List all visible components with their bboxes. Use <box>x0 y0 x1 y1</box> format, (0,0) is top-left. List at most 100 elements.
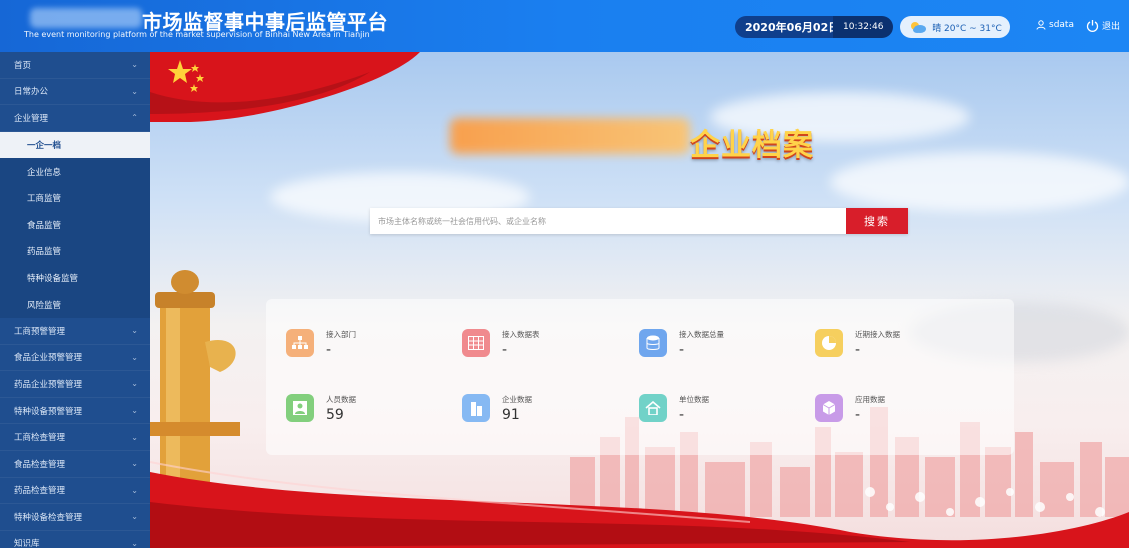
sidebar-item-label: 工商预警管理 <box>14 326 66 337</box>
time-text: 10:32:46 <box>833 16 894 38</box>
search-input[interactable] <box>370 208 846 234</box>
sidebar-item-knowledge-base[interactable]: 知识库 ⌄ <box>0 531 150 548</box>
username: sdata <box>1049 20 1074 30</box>
stat-label: 接入部门 <box>326 330 356 339</box>
sidebar-nav: 首页 ⌄ 日常办公 ⌄ 企业管理 ⌃ 一企一档 企业信息 工商监管 食品监管 药… <box>0 52 150 548</box>
stat-card-person-data: 人员数据 59 <box>286 394 456 434</box>
chevron-down-icon: ⌄ <box>131 406 138 416</box>
sidebar-subitem-risk[interactable]: 风险监管 <box>0 291 150 318</box>
user-icon <box>1036 20 1046 30</box>
sidebar-item-label: 首页 <box>14 60 32 71</box>
stat-card-application-data: 应用数据 - <box>815 394 985 434</box>
sidebar-subitem-label: 药品监管 <box>27 247 62 258</box>
stat-value: - <box>855 342 861 358</box>
flower-decoration <box>1006 488 1014 496</box>
chevron-up-icon: ⌃ <box>131 113 138 123</box>
sidebar-subitem-business[interactable]: 工商监管 <box>0 184 150 212</box>
table-icon <box>462 329 490 357</box>
cloud-decoration <box>830 152 1129 212</box>
user-menu[interactable]: sdata <box>1036 20 1074 30</box>
flower-decoration <box>865 487 875 497</box>
stat-card-enterprise-data: 企业数据 91 <box>462 394 632 434</box>
stat-label: 企业数据 <box>502 395 532 404</box>
sidebar-item-drug-warning[interactable]: 药品企业预警管理 ⌄ <box>0 371 150 398</box>
logout-button[interactable]: 退出 <box>1086 19 1120 32</box>
sidebar-subitem-label: 一企一档 <box>27 141 62 152</box>
sidebar-item-drug-inspection[interactable]: 药品检查管理 ⌄ <box>0 478 150 505</box>
red-flag-decoration <box>150 52 420 122</box>
sidebar-item-label: 药品检查管理 <box>14 486 66 497</box>
platform-subtitle: The event monitoring platform of the mar… <box>24 30 370 39</box>
search-button[interactable]: 搜索 <box>846 208 908 234</box>
sidebar-subitem-enterprise-info[interactable]: 企业信息 <box>0 158 150 185</box>
stat-label: 应用数据 <box>855 395 885 404</box>
stat-label: 接入数据总量 <box>679 330 724 339</box>
sidebar-subitem-label: 食品监管 <box>27 220 62 231</box>
date-text: 2020年06月02日 <box>745 21 840 34</box>
main-content: 企业档案 搜索 <box>150 52 1129 548</box>
flower-decoration <box>1035 502 1045 512</box>
chevron-down-icon: ⌄ <box>131 326 138 336</box>
stat-label: 单位数据 <box>679 395 709 404</box>
stat-value: - <box>679 342 685 358</box>
sidebar-item-business-warning[interactable]: 工商预警管理 ⌄ <box>0 318 150 345</box>
datetime-display: 2020年06月02日 10:32:46 <box>735 16 894 38</box>
stat-value: 91 <box>502 407 520 423</box>
blurred-banner-text <box>450 118 690 154</box>
chevron-down-icon: ⌄ <box>131 512 138 522</box>
sidebar-item-office[interactable]: 日常办公 ⌄ <box>0 79 150 106</box>
stat-card-recent-data: 近期接入数据 - <box>815 329 985 369</box>
stat-card-departments: 接入部门 - <box>286 329 456 369</box>
org-chart-icon <box>286 329 314 357</box>
stat-value: - <box>855 407 861 423</box>
chevron-down-icon: ⌄ <box>131 485 138 495</box>
sidebar-item-label: 企业管理 <box>14 113 49 124</box>
flower-decoration <box>975 497 985 507</box>
flower-decoration <box>915 492 925 502</box>
stat-value: - <box>502 342 508 358</box>
sidebar-subitem-label: 特种设备监管 <box>27 274 79 285</box>
sidebar-item-business-inspection[interactable]: 工商检查管理 ⌄ <box>0 424 150 451</box>
chevron-down-icon: ⌄ <box>131 60 138 70</box>
sidebar-subitem-drug[interactable]: 药品监管 <box>0 238 150 265</box>
sidebar-item-label: 食品检查管理 <box>14 459 66 470</box>
flower-decoration <box>1066 493 1074 501</box>
sidebar-item-label: 日常办公 <box>14 87 49 98</box>
sidebar-item-enterprise[interactable]: 企业管理 ⌃ <box>0 105 150 132</box>
chevron-down-icon: ⌄ <box>131 379 138 389</box>
flower-decoration <box>886 503 894 511</box>
flower-decoration <box>946 508 954 516</box>
sidebar-item-food-inspection[interactable]: 食品检查管理 ⌄ <box>0 451 150 478</box>
sidebar-subitem-label: 风险监管 <box>27 300 62 311</box>
sidebar-subitem-special-equipment[interactable]: 特种设备监管 <box>0 264 150 292</box>
weather-text: 晴 20°C ~ 31°C <box>932 23 1002 34</box>
stat-label: 接入数据表 <box>502 330 540 339</box>
stat-value: - <box>326 342 332 358</box>
stat-label: 人员数据 <box>326 395 356 404</box>
building-icon <box>462 394 490 422</box>
red-ribbon-decoration <box>150 461 1129 548</box>
database-icon <box>639 329 667 357</box>
cube-icon <box>815 394 843 422</box>
chevron-down-icon: ⌄ <box>131 352 138 362</box>
chevron-down-icon: ⌄ <box>131 459 138 469</box>
home-icon <box>639 394 667 422</box>
sidebar-subitem-one-file[interactable]: 一企一档 <box>0 131 150 159</box>
stat-value: - <box>679 407 685 423</box>
chevron-down-icon: ⌄ <box>131 538 138 548</box>
sidebar-item-home[interactable]: 首页 ⌄ <box>0 52 150 79</box>
sidebar-subitem-food[interactable]: 食品监管 <box>0 211 150 239</box>
sidebar-subitem-label: 企业信息 <box>27 167 62 178</box>
sidebar-item-food-warning[interactable]: 食品企业预警管理 ⌄ <box>0 345 150 372</box>
search-bar: 搜索 <box>370 208 908 234</box>
flower-decoration <box>1095 507 1105 517</box>
logout-label: 退出 <box>1102 22 1121 32</box>
sidebar-item-label: 特种设备检查管理 <box>14 512 83 523</box>
sidebar-item-equipment-warning[interactable]: 特种设备预警管理 ⌄ <box>0 398 150 425</box>
sidebar-subitem-label: 工商监管 <box>27 194 62 205</box>
stat-card-total-data: 接入数据总量 - <box>639 329 809 369</box>
weather-widget: 晴 20°C ~ 31°C <box>900 16 1010 38</box>
sidebar-item-equipment-inspection[interactable]: 特种设备检查管理 ⌄ <box>0 504 150 531</box>
chevron-down-icon: ⌄ <box>131 432 138 442</box>
blurred-logo-text <box>30 8 142 28</box>
